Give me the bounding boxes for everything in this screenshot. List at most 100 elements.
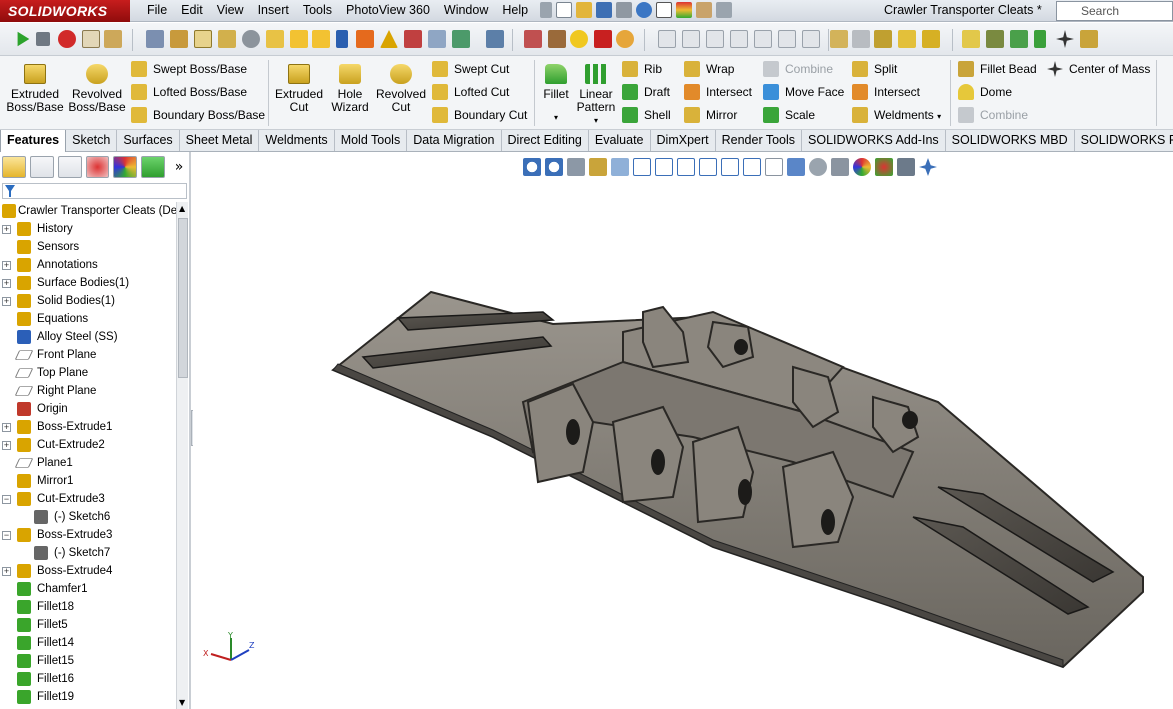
extruded-cut-button[interactable]: Extruded Cut [272,64,326,114]
line-c-icon[interactable] [1010,30,1028,48]
box-d-icon[interactable] [730,30,748,48]
note-icon[interactable] [194,30,212,48]
tree-item[interactable]: − Cut-Extrude3 [0,490,176,508]
fillet-button[interactable]: Fillet ▾ [538,64,574,124]
expand-toggle-icon[interactable]: − [2,495,11,504]
record-icon[interactable] [58,30,76,48]
linear-pattern-button[interactable]: Linear Pattern ▾ [574,64,618,127]
cam-tab-icon[interactable] [141,156,166,178]
tree-item[interactable]: Fillet18 [0,598,176,616]
fillet-bead-button[interactable]: Fillet Bead [958,60,1037,78]
tab-sketch[interactable]: Sketch [66,130,118,151]
box-e-icon[interactable] [754,30,772,48]
box-b-icon[interactable] [682,30,700,48]
draft-button[interactable]: Draft [622,83,670,101]
menu-window[interactable]: Window [437,0,495,22]
tree-item[interactable]: Fillet19 [0,688,176,706]
tool-c-icon[interactable] [570,30,588,48]
expand-toggle-icon[interactable]: + [2,423,11,432]
split-button[interactable]: Split [852,60,897,78]
tool-b-icon[interactable] [548,30,566,48]
play-icon[interactable] [17,31,30,47]
tree-item[interactable]: Origin [0,400,176,418]
box-a-icon[interactable] [658,30,676,48]
tree-item[interactable]: + Cut-Extrude2 [0,436,176,454]
tree-item[interactable]: (-) Sketch6 [0,508,176,526]
revolved-boss-button[interactable]: Revolved Boss/Base [68,64,126,114]
spelling-icon[interactable] [146,30,164,48]
sketch-a-icon[interactable] [830,30,848,48]
tree-item[interactable]: + Surface Bodies(1) [0,274,176,292]
sum-icon[interactable] [336,30,348,48]
expand-toggle-icon[interactable]: + [2,441,11,450]
expand-toggle-icon[interactable]: + [2,279,11,288]
display-manager-tab-icon[interactable] [113,156,138,178]
line-b-icon[interactable] [986,30,1004,48]
combine-button[interactable]: Combine [763,60,833,78]
rail-icon[interactable] [1080,30,1098,48]
new-document-icon[interactable] [556,2,572,18]
tree-item[interactable]: Equations [0,310,176,328]
undo-icon[interactable] [636,2,652,18]
menu-insert[interactable]: Insert [251,0,296,22]
tab-mold-tools[interactable]: Mold Tools [335,130,408,151]
tree-item[interactable]: Fillet14 [0,634,176,652]
tab-direct-editing[interactable]: Direct Editing [502,130,589,151]
tree-filter-input[interactable] [2,183,187,199]
scroll-up-icon[interactable]: ▲ [179,204,185,213]
tree-item[interactable]: Alloy Steel (SS) [0,328,176,346]
tab-data-migration[interactable]: Data Migration [407,130,502,151]
sketch-e-icon[interactable] [922,30,940,48]
wrap-button[interactable]: Wrap [684,60,734,78]
menu-tools[interactable]: Tools [296,0,339,22]
tree-item[interactable]: Sensors [0,238,176,256]
checkbox2-icon[interactable] [312,30,330,48]
expand-toggle-icon[interactable]: − [2,531,11,540]
star-icon[interactable] [1034,30,1046,48]
more-tabs-icon[interactable]: » [169,156,189,180]
expand-toggle-icon[interactable]: + [2,261,11,270]
tab-weldments[interactable]: Weldments [259,130,335,151]
tool-a-icon[interactable] [524,30,542,48]
tree-item[interactable]: Front Plane [0,346,176,364]
triangle-icon[interactable] [380,30,398,48]
tree-item[interactable]: + Annotations [0,256,176,274]
swept-cut-button[interactable]: Swept Cut [432,60,509,78]
solidworks-logo[interactable]: SOLIDWORKS [0,0,130,22]
hole-wizard-button[interactable]: Hole Wizard [326,64,374,114]
linear-pattern-dropdown-icon[interactable]: ▾ [574,114,618,127]
tool-e-icon[interactable] [616,30,634,48]
rebuild-icon[interactable] [676,2,692,18]
edit-macro-icon[interactable] [104,30,122,48]
expand-toggle-icon[interactable]: + [2,567,11,576]
intersect-button[interactable]: Intersect [684,83,752,101]
tree-item[interactable]: Fillet5 [0,616,176,634]
propertymanager-tab-icon[interactable] [29,156,54,178]
mirror-button[interactable]: Mirror [684,106,737,124]
scrollbar-thumb[interactable] [178,218,188,378]
stop-icon[interactable] [36,32,50,46]
box-f-icon[interactable] [778,30,796,48]
tree-item[interactable]: + Boss-Extrude1 [0,418,176,436]
sketch-b-icon[interactable] [852,30,870,48]
menu-view[interactable]: View [210,0,251,22]
arrows-icon[interactable] [404,30,422,48]
tab-evaluate[interactable]: Evaluate [589,130,651,151]
menu-edit[interactable]: Edit [174,0,210,22]
cleat-model[interactable] [193,152,1173,709]
tab-sheet-metal[interactable]: Sheet Metal [180,130,260,151]
tree-item[interactable]: Right Plane [0,382,176,400]
scroll-down-icon[interactable]: ▼ [179,698,185,707]
print-icon[interactable] [616,2,632,18]
lofted-boss-button[interactable]: Lofted Boss/Base [131,83,247,101]
tree-item[interactable]: + Boss-Extrude4 [0,562,176,580]
weldments-button[interactable]: Weldments ▾ [852,106,941,124]
tab-surfaces[interactable]: Surfaces [117,130,180,151]
export-icon[interactable] [486,30,504,48]
configurationmanager-tab-icon[interactable] [57,156,82,178]
lofted-cut-button[interactable]: Lofted Cut [432,83,509,101]
boundary-boss-button[interactable]: Boundary Boss/Base [131,106,265,124]
tree-item[interactable]: + History [0,220,176,238]
crosshair-icon[interactable] [1056,30,1074,48]
table-icon[interactable] [428,30,446,48]
